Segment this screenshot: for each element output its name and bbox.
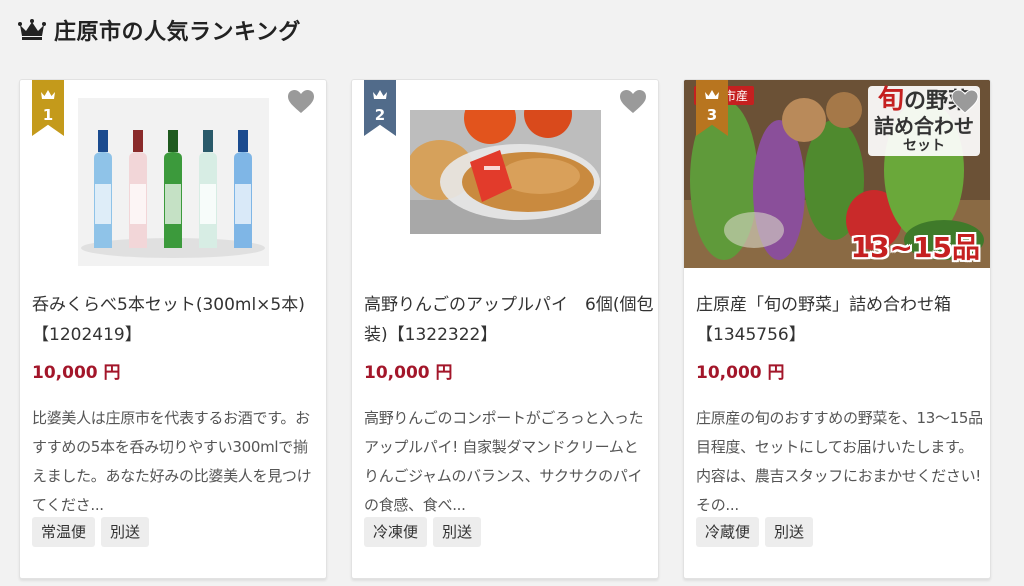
product-image[interactable] [410,110,601,234]
rank-number: 2 [374,106,386,124]
heart-icon [951,89,979,119]
product-title[interactable]: 庄原産「旬の野菜」詰め合わせ箱【1345756】 [696,290,986,350]
heart-icon [619,89,647,119]
rank-number: 1 [42,106,54,124]
delivery-tag: 別送 [765,517,814,547]
product-description: 庄原産の旬のおすすめの野菜を、13〜15品目程度、セットにしてお届けいたします。… [696,409,983,514]
product-description: 高野りんごのコンポートがごろっと入ったアップルパイ! 自家製ダマンドクリームとり… [364,409,644,514]
product-image[interactable]: 庄原市産 旬の野菜 詰め合わせ セット 13~15品 [684,80,990,268]
tag-list: 冷蔵便 別送 [696,517,814,547]
favorite-button[interactable] [286,90,316,118]
product-image[interactable] [78,98,269,266]
product-card[interactable]: 1 呑みくらべ5本セット(300ml×5本)【1202419】 10,000 円… [19,79,327,579]
crown-icon [40,86,56,105]
product-image-area[interactable]: 1 [20,80,326,268]
product-card[interactable]: 2 高野りんごのアップルパイ 6個(個包装)【1322322】 10,000 円… [351,79,659,579]
tag-list: 常温便 別送 [32,517,150,547]
delivery-tag: 別送 [433,517,482,547]
crown-icon [18,19,46,41]
shipping-tag: 冷凍便 [364,517,428,547]
product-image-area[interactable]: 庄原市産 旬の野菜 詰め合わせ セット 13~15品 3 [684,80,990,268]
product-title[interactable]: 高野りんごのアップルパイ 6個(個包装)【1322322】 [364,290,654,350]
rank-badge: 2 [364,80,396,136]
tag-list: 冷凍便 別送 [364,517,482,547]
section-title: 庄原市の人気ランキング [54,20,301,45]
crown-icon [372,86,388,105]
shipping-tag: 冷蔵便 [696,517,760,547]
product-image-area[interactable]: 2 [352,80,658,268]
product-price: 10,000 円 [696,363,785,383]
rank-number: 3 [706,106,718,124]
promo-title-main: 旬 [877,85,904,115]
promo-title-small: セット [903,138,945,154]
favorite-button[interactable] [950,89,980,119]
product-card[interactable]: 庄原市産 旬の野菜 詰め合わせ セット 13~15品 3 庄原産「旬の野菜」詰め… [683,79,991,579]
rank-badge: 1 [32,80,64,136]
product-price: 10,000 円 [364,363,453,383]
product-description: 比婆美人は庄原市を代表するお酒です。おすすめの5本を呑み切りやすい300mlで揃… [32,409,312,514]
delivery-tag: 別送 [101,517,150,547]
heart-icon [287,89,315,119]
favorite-button[interactable] [618,90,648,118]
section-header: 庄原市の人気ランキング [18,12,301,48]
shipping-tag: 常温便 [32,517,96,547]
crown-icon [704,86,720,105]
product-price: 10,000 円 [32,363,121,383]
promo-count: 13~15品 [850,231,980,264]
product-title[interactable]: 呑みくらべ5本セット(300ml×5本)【1202419】 [32,290,322,350]
